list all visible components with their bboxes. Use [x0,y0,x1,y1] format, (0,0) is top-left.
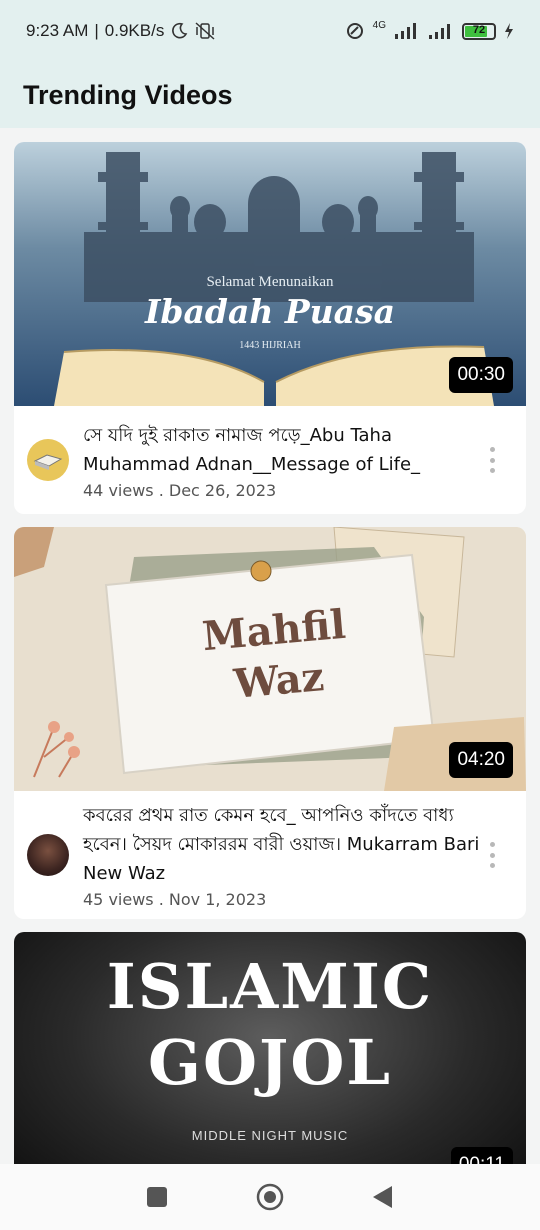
status-bar: 9:23 AM | 0.9KB/s 4G 72 [0,0,540,62]
video-card[interactable]: Mahfil Waz 04:20 কবরের প্রথম রাত কেমন হব… [14,527,526,919]
status-time: 9:23 AM [26,21,89,40]
moon-icon [172,22,188,39]
video-info: সে যদি দুই রাকাত নামাজ পড়ে_Abu Taha Muh… [83,421,512,500]
duration-badge: 00:11 [450,1147,513,1164]
sync-icon [346,23,363,39]
vibrate-off-icon [195,22,215,40]
duration-badge: 00:30 [449,357,513,393]
video-thumbnail[interactable]: Mahfil Waz 04:20 [14,527,526,791]
thumbnail-subtext: 1443 HIJRIAH [239,340,301,351]
status-right: 4G 72 [345,19,514,41]
channel-avatar[interactable] [27,439,69,481]
book-icon [33,454,63,470]
video-stats: 45 views . Nov 1, 2023 [83,890,267,909]
app-bar: Trending Videos [0,62,540,128]
thumbnail-small-text: Selamat Menunaikan [206,274,334,290]
battery-level: 72 [472,23,486,36]
status-speed: 0.9KB/s [104,21,165,40]
video-title[interactable]: কবরের প্রথম রাত কেমন হবে_ আপনিও কাঁদতে ব… [83,801,484,888]
duration-badge: 04:20 [449,742,513,778]
home-circle-icon [256,1183,284,1211]
video-card[interactable]: Selamat Menunaikan Ibadah Puasa 1443 HIJ… [14,142,526,514]
more-options-icon[interactable] [488,447,496,473]
video-meta[interactable]: কবরের প্রথম রাত কেমন হবে_ আপনিও কাঁদতে ব… [14,791,526,919]
more-options-icon[interactable] [488,842,496,868]
video-thumbnail[interactable]: ISLAMIC GOJOL MIDDLE NIGHT MUSIC 00:11 [14,932,526,1164]
thumbnail-title: Ibadah Puasa [145,292,395,331]
home-button[interactable] [250,1177,290,1217]
thumbnail-title-line-2: GOJOL [148,1026,392,1099]
charging-icon [505,23,513,39]
status-divider: | [94,21,99,40]
video-card[interactable]: ISLAMIC GOJOL MIDDLE NIGHT MUSIC 00:11 [14,932,526,1164]
status-left: 9:23 AM | 0.9KB/s [26,21,216,41]
video-feed[interactable]: Selamat Menunaikan Ibadah Puasa 1443 HIJ… [0,128,540,1164]
video-stats: 44 views . Dec 26, 2023 [83,480,277,500]
video-info: কবরের প্রথম রাত কেমন হবে_ আপনিও কাঁদতে ব… [83,801,512,909]
square-icon [146,1187,167,1207]
thumbnail-title-line-1: ISLAMIC [106,950,434,1023]
recent-apps-button[interactable] [137,1177,177,1217]
network-type: 4G [372,19,386,31]
back-triangle-icon [373,1186,393,1208]
back-button[interactable] [363,1177,403,1217]
signal-icon [395,23,416,39]
thumbnail-subtext: MIDDLE NIGHT MUSIC [191,1128,349,1143]
page-title: Trending Videos [23,79,233,110]
battery-icon: 72 [462,22,496,40]
video-meta[interactable]: সে যদি দুই রাকাত নামাজ পড়ে_Abu Taha Muh… [14,406,526,514]
channel-avatar[interactable] [27,834,69,876]
video-title[interactable]: সে যদি দুই রাকাত নামাজ পড়ে_Abu Taha Muh… [83,421,484,479]
signal-icon-2 [429,24,450,39]
video-thumbnail[interactable]: Selamat Menunaikan Ibadah Puasa 1443 HIJ… [14,142,526,406]
system-nav-bar [0,1164,540,1230]
